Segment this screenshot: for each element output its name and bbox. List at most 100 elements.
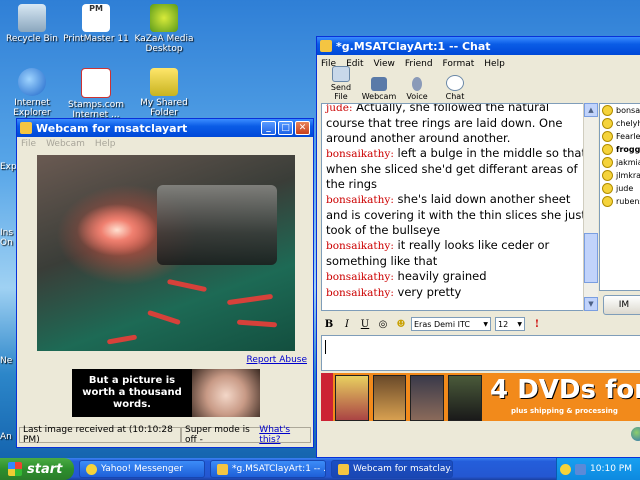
chat-ad-banner[interactable]: 4 DVDs for plus shipping & processing bbox=[321, 373, 640, 421]
webcam-button[interactable]: Webcam bbox=[361, 77, 397, 101]
room-member[interactable]: jlmkra bbox=[600, 169, 640, 182]
font-select[interactable]: Eras Demi ITC ▼ bbox=[411, 317, 491, 331]
message-nickname[interactable]: bonsaikathy: bbox=[326, 287, 394, 299]
maximize-button[interactable]: □ bbox=[278, 121, 293, 135]
shared-folder-icon bbox=[150, 68, 178, 96]
message-nickname[interactable]: bonsaikathy: bbox=[326, 194, 394, 206]
menu-friend[interactable]: Friend bbox=[405, 59, 433, 69]
emoticon-icon[interactable]: ☻ bbox=[393, 319, 409, 330]
desktop-icon-label: Recycle Bin bbox=[6, 34, 58, 44]
menu-webcam[interactable]: Webcam bbox=[46, 139, 85, 149]
desktop-icon-kazaa[interactable]: KaZaA Media Desktop bbox=[126, 4, 202, 54]
smiley-icon bbox=[602, 170, 613, 181]
menu-format[interactable]: Format bbox=[443, 59, 475, 69]
menu-help[interactable]: Help bbox=[95, 139, 116, 149]
chat-message-log[interactable]: jude: Actually, she followed the natural… bbox=[321, 103, 597, 311]
task-yahoo-messenger[interactable]: Yahoo! Messenger bbox=[79, 460, 205, 478]
whats-this-link[interactable]: What's this? bbox=[259, 425, 307, 445]
room-member[interactable]: jude bbox=[600, 182, 640, 195]
send-file-button[interactable]: Send File bbox=[323, 66, 359, 101]
internet-explorer-icon bbox=[18, 68, 46, 96]
room-member[interactable]: jakmia bbox=[600, 156, 640, 169]
webcam-ad-banner[interactable]: But a picture is worth a thousand words. bbox=[72, 369, 260, 417]
webcam-window-title: Webcam for msatclayart bbox=[36, 121, 188, 135]
color-palette-icon[interactable]: ◎ bbox=[375, 319, 391, 330]
chat-room-list[interactable]: bonsa chelyh Fearle frogg jakmia jlmkra jude ru… bbox=[599, 103, 640, 291]
dvd-cover bbox=[372, 375, 407, 421]
task-chat-window[interactable]: *g.MSATClayArt:1 -- ... bbox=[210, 460, 326, 478]
desktop-icon-stamps[interactable]: Stamps.com Internet ... bbox=[58, 68, 134, 120]
desktop-icon-printmaster[interactable]: PM PrintMaster 11 bbox=[58, 4, 134, 44]
webcam-task-icon bbox=[338, 463, 349, 475]
message-nickname[interactable]: bonsaikathy: bbox=[326, 271, 394, 283]
task-webcam-window[interactable]: Webcam for msatclay... bbox=[331, 460, 453, 478]
start-button[interactable]: start bbox=[0, 458, 74, 480]
chat-message: bonsaikathy: heavily grained bbox=[326, 269, 590, 285]
webcam-title-bar[interactable]: Webcam for msatclayart _ □ ✕ bbox=[17, 119, 313, 137]
microphone-icon bbox=[412, 77, 422, 91]
webcam-window[interactable]: Webcam for msatclayart _ □ ✕ File Webcam… bbox=[16, 118, 314, 448]
chat-message: bonsaikathy: it really looks like ceder … bbox=[326, 238, 590, 269]
desktop-edge-label[interactable]: An bbox=[0, 432, 12, 442]
menu-view[interactable]: View bbox=[374, 59, 395, 69]
desktop-icon-label: Stamps.com Internet ... bbox=[67, 100, 124, 120]
chat-title-bar[interactable]: *g.MSATClayArt:1 -- Chat bbox=[317, 37, 640, 55]
room-member-name: jakmia bbox=[616, 158, 640, 167]
im-button[interactable]: IM bbox=[603, 295, 640, 315]
desktop-icon-shared-folder[interactable]: My Shared Folder bbox=[126, 68, 202, 118]
scroll-up-arrow[interactable]: ▲ bbox=[584, 103, 598, 117]
font-select-value: Eras Demi ITC bbox=[414, 319, 470, 329]
clock[interactable]: 10:10 PM bbox=[590, 464, 632, 474]
messenger-tray-icon[interactable] bbox=[560, 463, 571, 475]
chat-task-icon bbox=[217, 463, 228, 475]
task-label: *g.MSATClayArt:1 -- ... bbox=[232, 464, 326, 474]
room-member[interactable]: bonsa bbox=[600, 104, 640, 117]
menu-file[interactable]: File bbox=[21, 139, 36, 149]
room-member-name: jude bbox=[616, 184, 634, 193]
desktop-icon-label: KaZaA Media Desktop bbox=[134, 34, 194, 54]
status-last-image: Last image received at (10:10:28 PM) bbox=[19, 425, 181, 445]
chat-input[interactable] bbox=[321, 335, 640, 371]
room-member[interactable]: Fearle bbox=[600, 130, 640, 143]
ignore-icon[interactable]: ! bbox=[529, 319, 545, 330]
ad-text: But a picture is worth a thousand words. bbox=[82, 375, 182, 410]
italic-button[interactable]: I bbox=[339, 319, 355, 330]
room-member[interactable]: chelyh bbox=[600, 117, 640, 130]
message-nickname[interactable]: jude: bbox=[326, 104, 353, 114]
bold-button[interactable]: B bbox=[321, 319, 337, 330]
scroll-thumb[interactable] bbox=[584, 233, 598, 283]
dvd-cover bbox=[410, 375, 445, 421]
network-tray-icon[interactable] bbox=[575, 463, 586, 475]
chat-bubble-icon bbox=[446, 75, 464, 91]
minimize-button[interactable]: _ bbox=[261, 121, 276, 135]
chat-window[interactable]: *g.MSATClayArt:1 -- Chat File Edit View … bbox=[316, 36, 640, 458]
scroll-down-arrow[interactable]: ▼ bbox=[584, 297, 598, 311]
room-member[interactable]: frogg bbox=[600, 143, 640, 156]
smiley-icon bbox=[602, 196, 613, 207]
chat-log-scrollbar[interactable]: ▲ ▼ bbox=[583, 103, 598, 311]
underline-button[interactable]: U bbox=[357, 319, 373, 330]
message-nickname[interactable]: bonsaikathy: bbox=[326, 240, 394, 252]
room-member[interactable]: rubens bbox=[600, 195, 640, 208]
format-toolbar: B I U ◎ ☻ Eras Demi ITC ▼ 12 ▼ ! bbox=[321, 315, 640, 333]
message-nickname[interactable]: bonsaikathy: bbox=[326, 148, 394, 160]
close-button[interactable]: ✕ bbox=[295, 121, 310, 135]
menu-help[interactable]: Help bbox=[484, 59, 505, 69]
chat-app-icon bbox=[320, 40, 332, 52]
chat-button[interactable]: Chat bbox=[437, 75, 473, 101]
chat-menu-bar: File Edit View Friend Format Help bbox=[317, 57, 640, 71]
message-text: very pretty bbox=[393, 285, 462, 299]
dvd-cover bbox=[334, 375, 369, 421]
smiley-icon bbox=[602, 157, 613, 168]
start-label: start bbox=[27, 461, 63, 477]
report-abuse-link[interactable]: Report Abuse bbox=[247, 355, 308, 365]
desktop-edge-label[interactable]: Ne bbox=[0, 356, 12, 366]
font-size-select[interactable]: 12 ▼ bbox=[495, 317, 525, 331]
chat-window-title: *g.MSATClayArt:1 -- Chat bbox=[336, 39, 491, 53]
voice-button[interactable]: Voice bbox=[399, 77, 435, 101]
desktop-edge-label[interactable]: Ins On bbox=[0, 228, 14, 248]
stamps-icon bbox=[81, 68, 111, 98]
desktop-edge-label[interactable]: Exp bbox=[0, 162, 17, 172]
globe-icon bbox=[631, 427, 640, 441]
room-member-name: frogg bbox=[616, 145, 640, 154]
